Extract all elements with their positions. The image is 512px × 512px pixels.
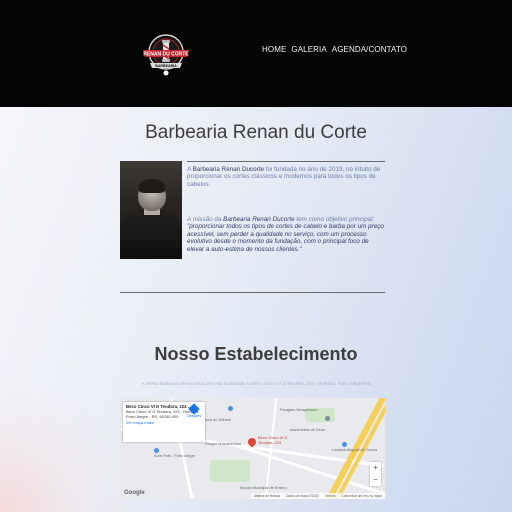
map-park (210, 460, 250, 482)
directions-icon (188, 403, 200, 415)
about-paragraph-2: A missão da Barbearia Renan Ducorte tem … (187, 216, 387, 253)
about-title: Barbearia Renan du Corte (145, 122, 367, 143)
nav-galeria[interactable]: GALERIA (291, 45, 326, 54)
keyboard-shortcuts-link[interactable]: Atalhos do teclado (254, 494, 280, 498)
map-info-card: Beco Cinco VI D Teodora, 224 ... Beco Ci… (123, 402, 205, 442)
p2-pre: A missão da (187, 216, 224, 223)
nav-agenda-contato[interactable]: AGENDA/CONTATO (332, 45, 407, 54)
directions-button[interactable]: Direções (187, 403, 202, 419)
logo-text-bottom: BARBEARIA (155, 64, 177, 68)
map-footer: Atalhos do teclado Dados do mapa ©2023 T… (250, 493, 385, 499)
poi-marker (228, 406, 233, 411)
zoom-in-button[interactable]: + (370, 462, 381, 474)
top-navbar: RENAN DU CORTE BARBEARIA HOME GALERIA AG… (0, 0, 512, 107)
p1-name: Barbearia Renan Ducorte (192, 166, 265, 173)
divider-bottom (120, 292, 385, 293)
establishment-address: A Nossa Barbearia Renan DuCorte está loc… (141, 381, 371, 386)
logo-text-top: RENAN DU CORTE (143, 52, 189, 58)
poi-label: Assembleia de Deus (290, 428, 325, 432)
directions-label: Direções (187, 414, 202, 418)
poi-label: Sure Park - Porto Alegre (154, 454, 196, 458)
photo-hair (139, 179, 165, 193)
barber-photo (120, 161, 182, 259)
main-nav: HOME GALERIA AGENDA/CONTATO (262, 45, 407, 54)
poi-marker (154, 448, 159, 453)
about-paragraph-1: A Barbearia Renan Ducorte foi fundada no… (187, 166, 387, 188)
barbershop-logo[interactable]: RENAN DU CORTE BARBEARIA (141, 30, 191, 78)
pin-label: Beco Cinco VI D Teodora, 224 (258, 435, 287, 445)
p2-name: Barbearia Renan Ducorte (223, 216, 295, 223)
poi-label: Escola Municipal de Ensino (240, 486, 287, 490)
pin-label-line-2: Teodora, 224 (258, 439, 282, 445)
decorative-gradient (0, 380, 130, 512)
poi-label: Arena do Grêmio (202, 418, 231, 422)
establishment-title: Nosso Estabelecimento (154, 344, 358, 364)
poi-marker (325, 416, 330, 421)
poi-label: Localiza Aluguel de Carros (332, 448, 378, 452)
poi-label: Parque Mascarenhas (205, 442, 242, 446)
p2-quote: "proporcionar todos os tipos de cortes d… (187, 223, 384, 253)
google-logo: Google (124, 490, 145, 496)
terms-link[interactable]: Termos (325, 494, 335, 498)
zoom-out-button[interactable]: − (370, 474, 381, 486)
p2-mid: tem como objetivo principal: (294, 216, 375, 223)
poi-label: Paragem Neugebauer (280, 408, 318, 412)
embedded-map[interactable]: Paragem Neugebauer Arena do Grêmio Parqu… (120, 398, 385, 499)
divider-top (187, 161, 385, 162)
nav-home[interactable]: HOME (262, 45, 286, 54)
report-error-link[interactable]: Comunicar um erro no mapa (341, 494, 382, 498)
poi-marker (342, 442, 347, 447)
photo-cape (120, 209, 182, 259)
view-larger-map-link[interactable]: Ver mapa maior (126, 421, 202, 426)
map-data-text: Dados do mapa ©2023 (286, 494, 319, 498)
zoom-control: + − (370, 462, 381, 486)
